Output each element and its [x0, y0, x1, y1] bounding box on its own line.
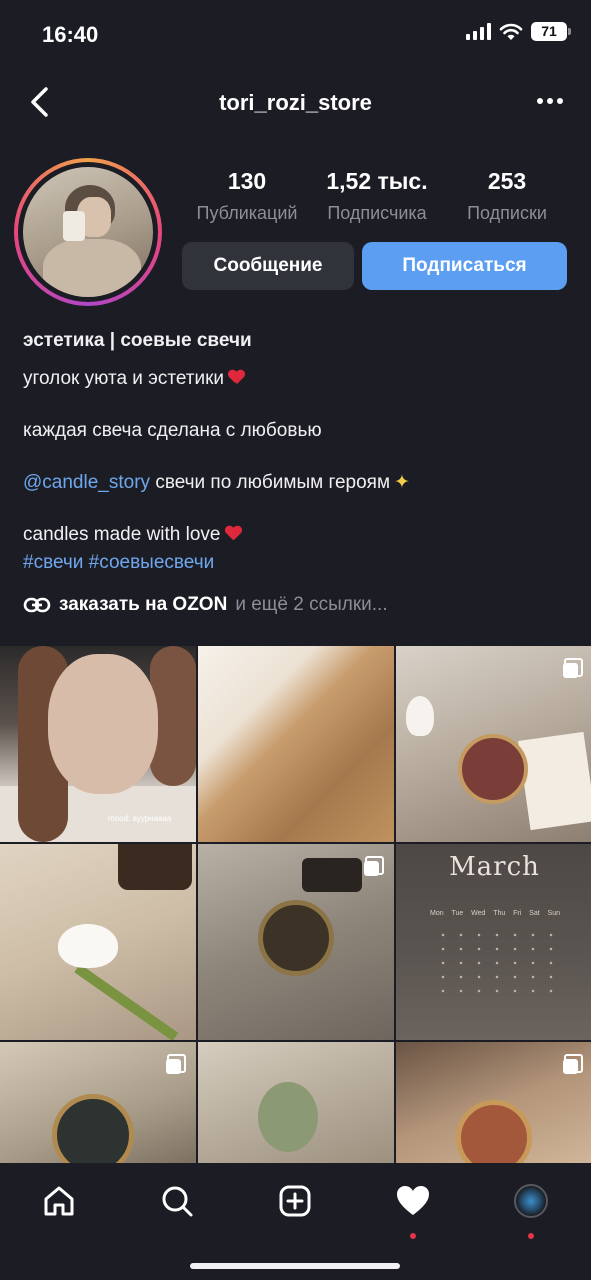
- post-thumbnail[interactable]: mood: ауурнаааа: [0, 646, 196, 842]
- hashtags[interactable]: #свечи #соевыесвечи: [23, 552, 214, 574]
- stat-label: Подписчика: [327, 203, 427, 223]
- link-text: заказать на OZON: [59, 594, 228, 615]
- bio-text: уголок уюта и эстетики: [23, 368, 225, 389]
- battery-icon: 71: [531, 22, 571, 41]
- broken-heart-icon: [228, 369, 245, 386]
- notification-dot: [528, 1233, 534, 1239]
- stat-value: 253: [487, 168, 527, 194]
- wifi-icon: [499, 23, 523, 40]
- post-thumbnail[interactable]: [396, 646, 591, 842]
- profile-name: эстетика | соевые свечи: [23, 330, 252, 351]
- bio-line-3: @candle_story свечи по любимым героям ✦: [23, 471, 410, 494]
- stat-following[interactable]: 253 Подписки: [442, 168, 572, 224]
- stat-followers[interactable]: 1,52 тыс. Подписчика: [312, 168, 442, 224]
- bio-line-4: candles made with love: [23, 524, 242, 546]
- home-icon: [44, 1186, 74, 1216]
- post-caption-overlay: mood: ауурнаааа: [108, 814, 172, 823]
- stat-label: Подписки: [467, 203, 547, 223]
- status-time: 16:40: [42, 22, 99, 47]
- tab-search[interactable]: [155, 1179, 199, 1223]
- more-options-button[interactable]: [537, 98, 563, 104]
- heart-emoji-icon: [225, 526, 242, 541]
- create-icon: [279, 1185, 311, 1217]
- post-thumbnail[interactable]: [198, 1042, 394, 1163]
- bio-text: candles made with love: [23, 524, 221, 545]
- heart-icon: [397, 1186, 429, 1215]
- profile-avatar: [514, 1184, 548, 1218]
- post-thumbnail[interactable]: [0, 1042, 196, 1163]
- home-indicator[interactable]: [190, 1263, 400, 1269]
- page-title: tori_rozi_store: [219, 90, 372, 115]
- bio-text: свечи по любимым героям: [155, 472, 391, 493]
- story-ring[interactable]: [14, 158, 162, 306]
- stat-value: 1,52 тыс.: [326, 168, 428, 194]
- multi-post-icon: [563, 658, 583, 678]
- message-button[interactable]: Сообщение: [182, 242, 354, 290]
- bio-line-1: уголок уюта и эстетики: [23, 368, 245, 390]
- follow-button[interactable]: Подписаться: [362, 242, 567, 290]
- tab-activity[interactable]: [391, 1179, 435, 1239]
- post-thumbnail[interactable]: [396, 1042, 591, 1163]
- more-dots-icon: [537, 98, 543, 104]
- stat-posts[interactable]: 130 Публикаций: [182, 168, 312, 224]
- stat-label: Публикаций: [196, 203, 298, 223]
- post-thumbnail[interactable]: [0, 844, 196, 1040]
- status-icons: 71: [466, 22, 571, 41]
- tab-home[interactable]: [37, 1179, 81, 1223]
- more-links-text: и ещё 2 ссылки...: [235, 594, 388, 615]
- calendar-month: March: [449, 852, 540, 882]
- notification-dot: [410, 1233, 416, 1239]
- search-icon: [162, 1186, 193, 1217]
- bio-line-2: каждая свеча сделана с любовью: [23, 420, 322, 441]
- multi-post-icon: [563, 1054, 583, 1074]
- cellular-signal-icon: [466, 23, 491, 40]
- sparkles-icon: ✦: [394, 472, 410, 493]
- mention-link[interactable]: @candle_story: [23, 472, 150, 493]
- multi-post-icon: [166, 1054, 186, 1074]
- post-thumbnail[interactable]: [198, 844, 394, 1040]
- post-thumbnail[interactable]: [198, 646, 394, 842]
- post-thumbnail[interactable]: March Mon Tue Wed Thu Fri Sat Sun: [396, 844, 591, 1040]
- posts-grid: mood: ауурнаааа March Mon Tue Wed Thu Fri Sat…: [0, 646, 591, 1163]
- link-icon: [23, 597, 51, 613]
- multi-post-icon: [364, 856, 384, 876]
- stat-value: 130: [227, 168, 267, 194]
- calendar-days: Mon Tue Wed Thu Fri Sat Sun: [430, 910, 560, 917]
- profile-stats: 130 Публикаций 1,52 тыс. Подписчика 253 …: [182, 168, 572, 224]
- tab-create[interactable]: [273, 1179, 317, 1223]
- tab-profile[interactable]: [509, 1179, 553, 1239]
- external-links[interactable]: заказать на OZON и ещё 2 ссылки...: [23, 594, 388, 616]
- profile-header: tori_rozi_store: [0, 80, 591, 126]
- status-bar: 16:40 71: [0, 0, 591, 70]
- avatar: [23, 167, 153, 297]
